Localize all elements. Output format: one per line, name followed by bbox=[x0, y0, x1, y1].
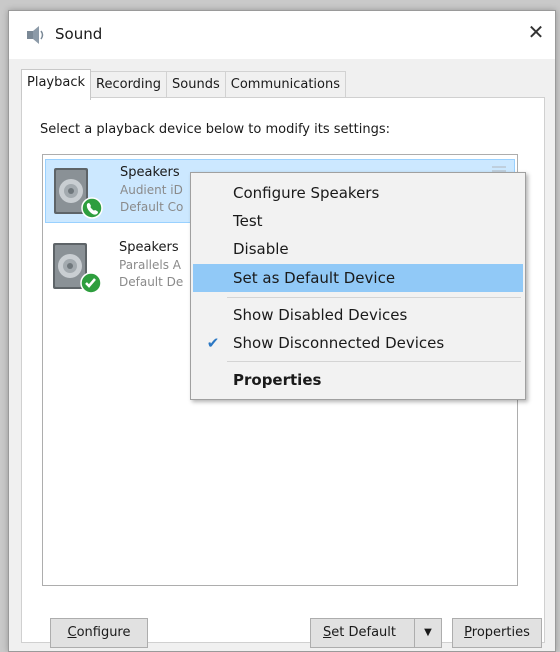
title-bar[interactable]: Sound ✕ bbox=[9, 11, 555, 59]
window-title: Sound bbox=[55, 25, 103, 43]
speaker-device-icon bbox=[53, 243, 102, 294]
menu-item-label: Show Disconnected Devices bbox=[233, 334, 445, 352]
tab-bar: Playback Recording Sounds Communications bbox=[21, 69, 347, 100]
checkmark-icon: ✔ bbox=[206, 334, 220, 352]
configure-accel: C bbox=[67, 625, 77, 640]
close-button[interactable]: ✕ bbox=[521, 17, 551, 47]
set-default-label: et Default bbox=[331, 625, 396, 640]
device-description: Audient iD bbox=[120, 183, 183, 197]
tab-sounds[interactable]: Sounds bbox=[166, 71, 226, 100]
chevron-down-icon[interactable]: ▼ bbox=[414, 619, 441, 647]
device-status: Default De bbox=[119, 275, 184, 289]
menu-item-disable[interactable]: Disable bbox=[193, 235, 523, 263]
device-description: Parallels A bbox=[119, 258, 181, 272]
device-name: Speakers bbox=[120, 165, 180, 180]
menu-item-test[interactable]: Test bbox=[193, 207, 523, 235]
tab-communications[interactable]: Communications bbox=[224, 71, 347, 100]
instruction-text: Select a playback device below to modify… bbox=[40, 122, 390, 137]
device-status: Default Co bbox=[120, 200, 184, 214]
device-name: Speakers bbox=[119, 240, 179, 255]
menu-item-configure-speakers[interactable]: Configure Speakers bbox=[193, 179, 523, 207]
menu-separator bbox=[227, 297, 521, 298]
menu-item-show-disabled-devices[interactable]: Show Disabled Devices bbox=[193, 301, 523, 329]
speaker-device-icon bbox=[54, 168, 103, 219]
menu-item-set-default-device[interactable]: Set as Default Device bbox=[193, 264, 523, 292]
tab-recording[interactable]: Recording bbox=[90, 71, 168, 100]
properties-button[interactable]: Properties bbox=[452, 618, 542, 648]
set-default-button[interactable]: Set Default ▼ bbox=[310, 618, 442, 648]
configure-label: onfigure bbox=[76, 625, 131, 640]
properties-accel: P bbox=[464, 625, 472, 640]
menu-separator bbox=[227, 361, 521, 362]
configure-button[interactable]: Configure bbox=[50, 618, 148, 648]
properties-label: roperties bbox=[471, 625, 530, 640]
tab-playback[interactable]: Playback bbox=[21, 69, 92, 100]
menu-item-show-disconnected-devices[interactable]: ✔ Show Disconnected Devices bbox=[193, 329, 523, 357]
speaker-icon bbox=[27, 26, 44, 44]
device-context-menu: Configure Speakers Test Disable Set as D… bbox=[190, 172, 526, 400]
menu-item-properties[interactable]: Properties bbox=[193, 366, 523, 394]
